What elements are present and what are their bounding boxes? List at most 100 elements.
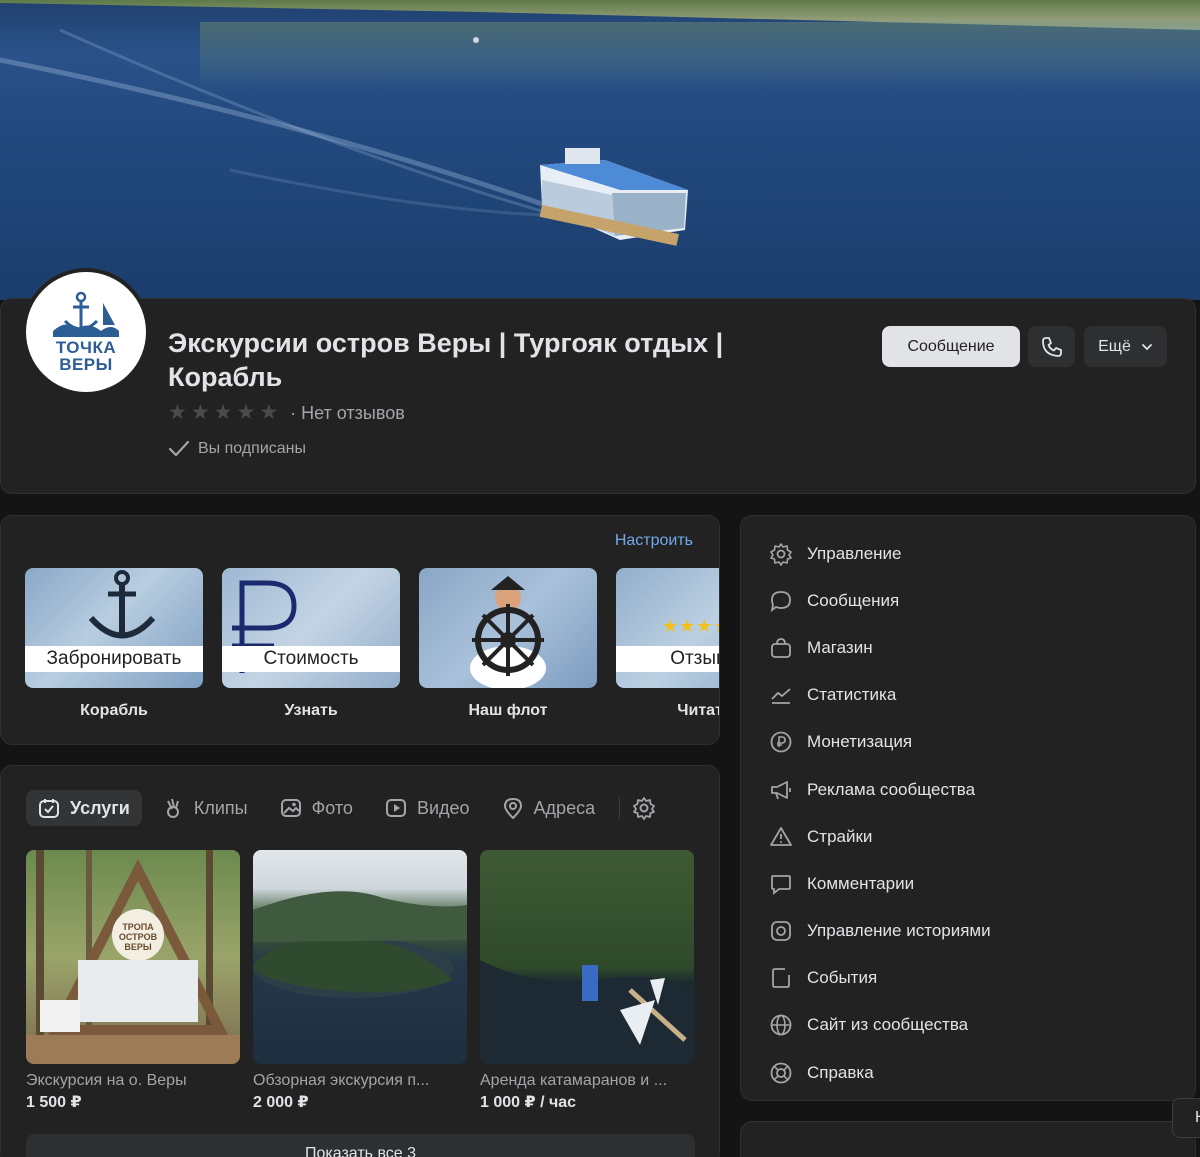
clips-icon [166,798,179,818]
product-price: 1 500 ₽ [26,1094,82,1111]
rating-text: · Нет отзывов [290,402,405,423]
tab-clips[interactable]: Клипы [150,790,260,826]
menu-item-comments[interactable]: Комментарии [769,860,991,907]
photo-icon [280,799,301,817]
product-card[interactable]: Аренда катамаранов и ... 1 000 ₽ / час [480,850,694,1112]
avatar-text: ТОЧКА ВЕРЫ [55,338,117,374]
menu-label: События [807,968,878,988]
message-button[interactable]: Сообщение [882,326,1020,367]
menu-label: Магазин [807,637,873,657]
menu-label: Управление [807,543,902,563]
group-avatar[interactable]: ТОЧКА ВЕРЫ [22,268,150,396]
star-icon: ★ [190,401,210,424]
product-photo-pier [480,960,694,1064]
secondary-card [740,1121,1196,1157]
tab-services[interactable]: Услуги [26,790,142,826]
menu-item-shop[interactable]: Магазин [769,624,991,671]
boat [539,148,688,246]
menu-label: Комментарии [807,873,915,893]
widget-tile-fleet[interactable]: Наш флот [419,568,597,720]
widget-band: Стоимость [222,646,400,672]
widget-tile-image [419,568,597,688]
widgets-card: Настроить Забронировать Корабль Стоимост… [0,515,720,745]
menu-item-events[interactable]: События [769,955,991,1002]
calendar-check-icon [39,799,59,818]
menu-item-stories[interactable]: Управление историями [769,908,991,955]
product-photo-island [253,891,467,998]
product-name: Аренда катамаранов и ... [480,1072,668,1089]
menu-label: Страйки [807,826,873,846]
captain-wheel-icon [470,576,546,688]
lifebuoy-icon [770,1062,792,1084]
shopping-bag-icon [771,638,791,658]
check-icon [168,440,190,457]
gear-icon[interactable] [632,796,656,820]
product-list: ТРОПА ОСТРОВ ВЕРЫ Экскурсия на о. Веры 1… [26,850,694,1112]
subscription-status[interactable]: Вы подписаны [168,440,306,458]
star-icon: ★ [168,401,187,424]
show-all-button[interactable]: Показать все 3 [26,1134,695,1157]
tab-addresses[interactable]: Адреса [490,790,608,826]
product-image [253,850,467,1064]
cover-boat-scene [0,28,688,246]
anchor-logo-icon [53,291,119,337]
star-rating-icon: ★★★★★ [662,616,719,636]
widget-tile-price[interactable]: Стоимость Узнать [222,568,400,720]
menu-label: Монетизация [807,732,913,752]
page-title: Экскурсии остров Веры | Тургояк отдых | … [168,328,724,392]
admin-menu: Управление Сообщения Магазин Статистика [769,530,991,1096]
menu-item-messages[interactable]: Сообщения [769,577,991,624]
product-card[interactable]: Обзорная экскурсия п... 2 000 ₽ [253,850,467,1112]
menu-item-ads[interactable]: Реклама сообщества [769,766,991,813]
more-label: Ещё [1098,337,1131,355]
menu-item-management[interactable]: Управление [769,530,991,577]
call-button[interactable] [1028,326,1075,367]
edge-button[interactable]: Н [1172,1098,1200,1138]
menu-item-monetization[interactable]: Монетизация [769,719,991,766]
widget-tiles: Забронировать Корабль Стоимость Узнать Н… [25,568,719,720]
widget-band: Отзывы [616,646,719,672]
services-card: Услуги Клипы Фото Видео Адреса ТРОПА ОСТ… [0,765,720,1157]
more-button[interactable]: Ещё [1084,326,1167,367]
chat-bubble-icon [770,590,791,612]
tab-video[interactable]: Видео [373,790,482,826]
menu-label: Статистика [807,685,897,705]
chevron-down-icon [1141,343,1152,350]
configure-link[interactable]: Настроить [615,532,693,550]
widget-caption: Наш флот [468,702,548,719]
comment-icon [771,875,791,895]
rating[interactable]: ★ ★ ★ ★ ★ · Нет отзывов [168,402,405,424]
video-icon [385,799,406,817]
widget-caption: Корабль [80,702,148,719]
tab-separator [619,797,621,819]
widget-band: Забронировать [25,646,203,672]
stories-icon [771,921,791,941]
menu-label: Справка [807,1062,874,1082]
star-icon: ★ [213,401,233,424]
product-photo-trail [26,850,240,1064]
widget-caption: Узнать [284,702,338,719]
product-image [480,850,694,1064]
calendar-icon [772,968,790,989]
tab-label: Видео [416,797,470,818]
admin-menu-card: Управление Сообщения Магазин Статистика [740,515,1196,1101]
star-icon: ★ [259,401,279,424]
globe-icon [770,1015,792,1036]
product-card[interactable]: ТРОПА ОСТРОВ ВЕРЫ Экскурсия на о. Веры 1… [26,850,240,1112]
menu-item-statistics[interactable]: Статистика [769,672,991,719]
cover-image [0,0,1200,300]
widget-caption: Читать [677,702,719,719]
subscribed-label: Вы подписаны [198,440,306,457]
widget-tile-reviews[interactable]: ★★★★★ Отзывы Читать [616,568,719,720]
menu-item-strikes[interactable]: Страйки [769,813,991,860]
widget-tile-image: Стоимость [222,568,400,688]
location-pin-icon [503,797,522,819]
menu-item-help[interactable]: Справка [769,1049,991,1096]
tab-photos[interactable]: Фото [268,790,365,826]
menu-item-site[interactable]: Сайт из сообщества [769,1002,991,1049]
ruble-coin-icon [770,731,792,753]
tab-label: Услуги [70,797,130,818]
warning-icon [770,826,792,846]
trend-chart-icon [771,688,791,705]
widget-tile-book[interactable]: Забронировать Корабль [25,568,203,720]
